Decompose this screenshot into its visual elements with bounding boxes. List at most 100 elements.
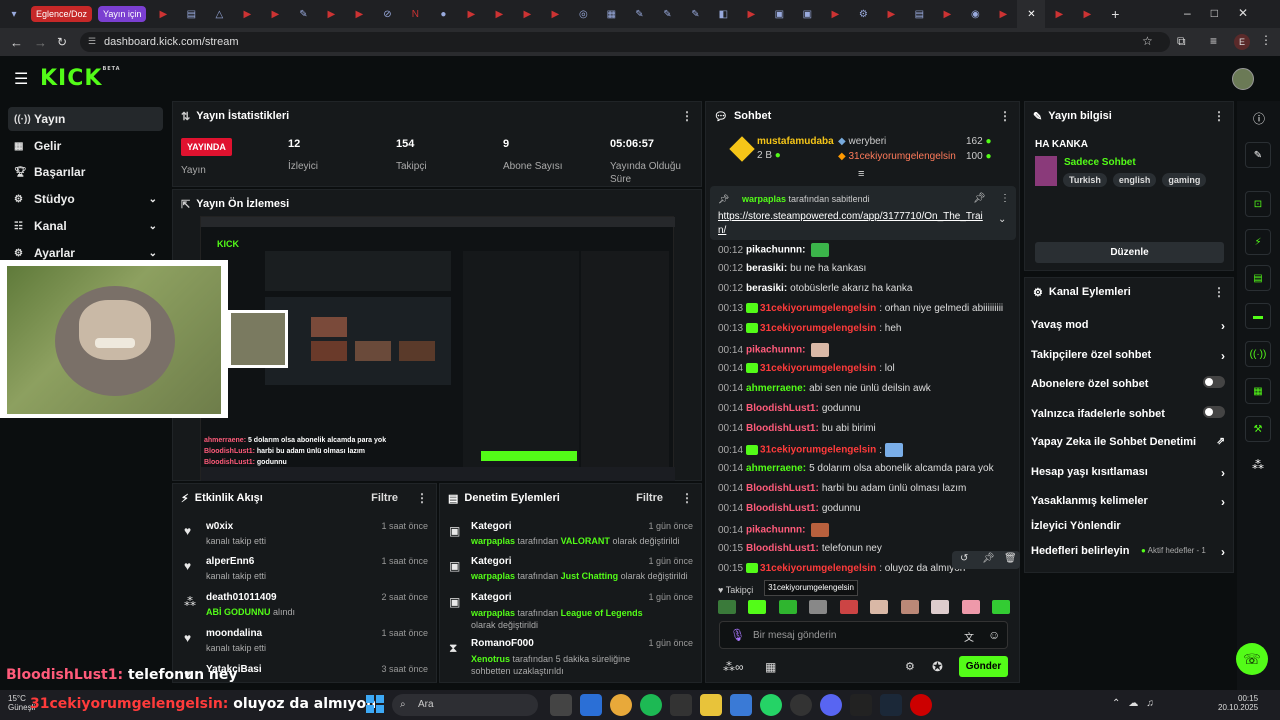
action-ai-moderation[interactable]: Yapay Zeka ile Sohbet Denetimi ⇗: [1031, 436, 1225, 448]
sheets-tab-icon[interactable]: ▦: [597, 0, 625, 28]
youtube-tab-icon[interactable]: ▶: [821, 0, 849, 28]
chat-message[interactable]: 00:15 BloodishLust1: telefonun ney: [718, 543, 882, 554]
chat-rail-icon[interactable]: ▬: [1245, 303, 1271, 329]
message-username[interactable]: ahmerraene:: [746, 463, 806, 474]
youtube-tab-icon[interactable]: ▶: [1045, 0, 1073, 28]
back-icon[interactable]: ←: [10, 35, 23, 50]
kebab-icon[interactable]: ⋮: [416, 491, 428, 505]
message-username[interactable]: 31cekiyorumgelengelsin: [760, 363, 876, 374]
drive-tab-icon[interactable]: △: [205, 0, 233, 28]
new-tab-icon[interactable]: +: [1101, 0, 1129, 28]
message-username[interactable]: berasiki:: [746, 283, 787, 294]
more-rail-icon[interactable]: ⁂: [1252, 458, 1264, 472]
lightning-rail-icon[interactable]: ⚡︎: [1245, 229, 1271, 255]
site-tab-icon[interactable]: ◉: [961, 0, 989, 28]
address-input[interactable]: dashboard.kick.com/stream: [80, 32, 1170, 52]
emote[interactable]: [870, 600, 889, 614]
emote[interactable]: [839, 600, 858, 614]
twitch-tab-icon[interactable]: ◧: [709, 0, 737, 28]
emote[interactable]: [931, 600, 950, 614]
action-goals[interactable]: Hedefleri belirleyin ● Aktif hedefler - 1…: [1031, 545, 1225, 559]
message-username[interactable]: BloodishLust1:: [746, 483, 819, 494]
kebab-icon[interactable]: ⋮: [1213, 109, 1225, 123]
chevron-down-icon[interactable]: ⌄: [998, 214, 1006, 225]
action-subs-only[interactable]: Abonelere özel sohbet: [1031, 376, 1225, 390]
clip-rail-icon[interactable]: ⊡: [1245, 191, 1271, 217]
tab-group-chip-2[interactable]: Yayın için: [98, 6, 147, 22]
chat-message[interactable]: 00:12 berasiki: bu ne ha kankası: [718, 263, 866, 274]
emote[interactable]: [900, 600, 919, 614]
reload-icon[interactable]: ↻: [57, 35, 67, 49]
image-tab-icon[interactable]: ▣: [793, 0, 821, 28]
emote[interactable]: [809, 600, 828, 614]
emoji-icon[interactable]: ☺: [988, 628, 1000, 642]
message-username[interactable]: BloodishLust1:: [746, 543, 819, 554]
tag[interactable]: gaming: [1162, 173, 1207, 187]
youtube-tab-icon[interactable]: ▶: [513, 0, 541, 28]
tab-search-icon[interactable]: ▾: [0, 0, 28, 28]
chat-message[interactable]: 00:14 BloodishLust1: godunnu: [718, 403, 861, 414]
bookmark-star-icon[interactable]: ☆: [1142, 34, 1153, 48]
sidebar-item-gelir[interactable]: ▦ Gelir: [8, 134, 163, 158]
emote[interactable]: [778, 600, 797, 614]
chat-message[interactable]: 00:13 31cekiyorumgelengelsin: heh: [718, 323, 901, 334]
media-icon[interactable]: ≡: [1210, 34, 1217, 48]
chat-message[interactable]: 00:14 BloodishLust1: godunnu: [718, 503, 861, 514]
explorer-icon[interactable]: [700, 694, 722, 716]
chat-message[interactable]: 00:14 ahmerraene: 5 dolarım olsa abonelik …: [718, 463, 994, 474]
subs-only-toggle[interactable]: [1203, 376, 1225, 388]
chat-message[interactable]: 00:14 31cekiyorumgelengelsin:: [718, 443, 903, 457]
message-username[interactable]: 31cekiyorumgelengelsin: [760, 563, 876, 574]
sidebar-item-studyo[interactable]: ⚙ Stüdyo ⌄: [8, 187, 163, 211]
tab-group-chip-1[interactable]: Eglence/Doz: [31, 6, 93, 22]
rewards-icon[interactable]: ⁂∞: [723, 660, 744, 674]
terminal-icon[interactable]: [850, 694, 872, 716]
youtube-tab-icon[interactable]: ▶: [261, 0, 289, 28]
moderation-filter-button[interactable]: Filtre: [636, 492, 663, 504]
taskbar-clock[interactable]: 00:15 20.10.2025: [1218, 694, 1258, 712]
action-account-age[interactable]: Hesap yaşı kısıtlaması ›: [1031, 466, 1225, 480]
message-username[interactable]: berasiki:: [746, 263, 787, 274]
taskbar-search[interactable]: ⌕ Ara: [392, 694, 538, 716]
category-name[interactable]: Sadece Sohbet: [1064, 157, 1136, 168]
emote[interactable]: [718, 600, 736, 614]
emotes-only-toggle[interactable]: [1203, 406, 1225, 418]
sidebar-item-kanal[interactable]: ☷ Kanal ⌄: [8, 214, 163, 238]
message-username[interactable]: BloodishLust1:: [746, 503, 819, 514]
profile-avatar[interactable]: E: [1234, 34, 1250, 50]
youtube-tab-icon[interactable]: ▶: [345, 0, 373, 28]
sidebar-item-yayin[interactable]: ((·)) Yayın: [8, 107, 163, 131]
message-username[interactable]: 31cekiyorumgelengelsin: [760, 303, 876, 314]
app-icon[interactable]: [730, 694, 752, 716]
user-avatar[interactable]: [1232, 68, 1254, 90]
chat-message[interactable]: 00:14 pikachunnn:: [718, 343, 830, 357]
chat-message[interactable]: 00:14 31cekiyorumgelengelsin: lol: [718, 363, 895, 374]
youtube-tab-icon[interactable]: ▶: [933, 0, 961, 28]
hamburger-icon[interactable]: ☰: [14, 69, 28, 89]
emote[interactable]: [961, 600, 980, 614]
list-rail-icon[interactable]: ▤: [1245, 265, 1271, 291]
github-tab-icon[interactable]: ●: [429, 0, 457, 28]
moderation-rail-icon[interactable]: ▦: [1245, 378, 1271, 404]
message-username[interactable]: 31cekiyorumgelengelsin: [760, 445, 876, 456]
action-banned-words[interactable]: Yasaklanmış kelimeler ›: [1031, 495, 1225, 509]
feather-tab-icon[interactable]: ✎: [625, 0, 653, 28]
youtube-tab-icon[interactable]: ▶: [1073, 0, 1101, 28]
message-username[interactable]: pikachunnn:: [746, 245, 805, 256]
browser-menu-icon[interactable]: ⋮: [1260, 33, 1272, 47]
emote[interactable]: [748, 600, 767, 614]
message-username[interactable]: pikachunnn:: [746, 345, 805, 356]
youtube-tab-icon[interactable]: ▶: [737, 0, 765, 28]
chatgpt-tab-icon[interactable]: ◎: [569, 0, 597, 28]
chrome-icon[interactable]: [610, 694, 632, 716]
unpin-icon[interactable]: 📌︎: [973, 193, 986, 204]
kebab-icon[interactable]: ⋮: [999, 109, 1011, 123]
blocked-tab-icon[interactable]: ⊘: [373, 0, 401, 28]
netflix-tab-icon[interactable]: N: [401, 0, 429, 28]
reply-icon[interactable]: ↺: [960, 553, 968, 564]
feather-tab-icon[interactable]: ✎: [681, 0, 709, 28]
action-emotes-only[interactable]: Yalnızca ifadelerle sohbet: [1031, 406, 1225, 420]
mic-icon[interactable]: 🎙︎: [730, 628, 745, 642]
broadcast-rail-icon[interactable]: ((·)): [1245, 341, 1271, 367]
youtube-tab-icon[interactable]: ▶: [149, 0, 177, 28]
